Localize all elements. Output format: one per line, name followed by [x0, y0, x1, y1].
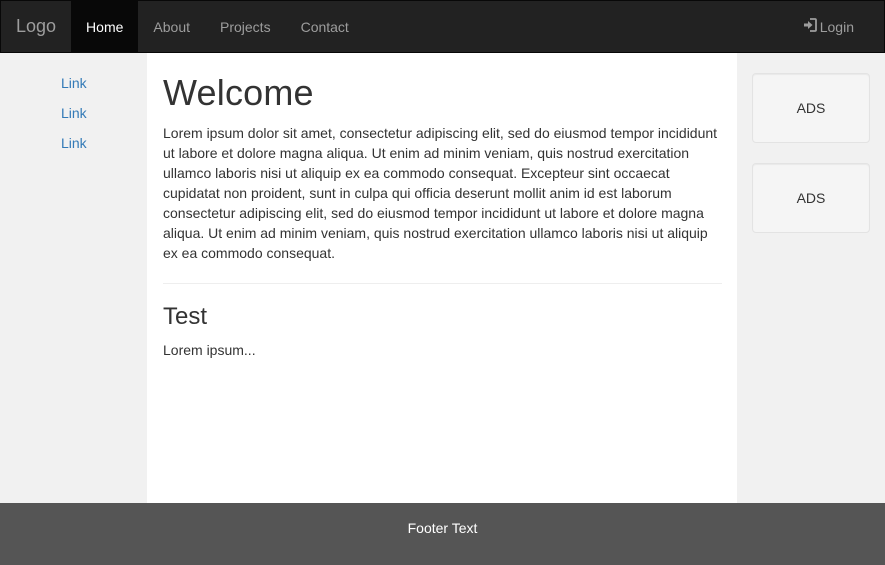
login-button[interactable]: Login	[788, 1, 884, 52]
footer-text: Footer Text	[407, 520, 478, 536]
main-content: Welcome Lorem ipsum dolor sit amet, cons…	[147, 53, 737, 503]
ad-box-1[interactable]: ADS	[752, 73, 870, 143]
brand-logo[interactable]: Logo	[1, 1, 71, 52]
right-sidebar: ADS ADS	[737, 53, 885, 503]
page-title: Welcome	[163, 72, 314, 113]
section-heading: Test	[163, 303, 208, 330]
sidebar-link-3[interactable]: Link	[61, 135, 87, 151]
ad-box-2[interactable]: ADS	[752, 163, 870, 233]
nav-item-projects[interactable]: Projects	[205, 1, 286, 52]
intro-paragraph: Lorem ipsum dolor sit amet, consectetur …	[163, 125, 718, 261]
page-footer: Footer Text	[0, 503, 885, 565]
login-label: Login	[819, 18, 854, 35]
left-sidebar: Link Link Link	[0, 53, 147, 503]
section-paragraph: Lorem ipsum...	[163, 342, 256, 358]
sidebar-link-1[interactable]: Link	[61, 75, 87, 91]
top-navbar: Logo Home About Projects Contact Login	[0, 0, 885, 53]
content-divider	[163, 283, 722, 284]
nav-item-contact[interactable]: Contact	[286, 1, 364, 52]
sidebar-link-2[interactable]: Link	[61, 105, 87, 121]
nav-item-about[interactable]: About	[138, 1, 205, 52]
log-in-icon	[803, 18, 820, 35]
nav-item-home[interactable]: Home	[71, 1, 139, 52]
